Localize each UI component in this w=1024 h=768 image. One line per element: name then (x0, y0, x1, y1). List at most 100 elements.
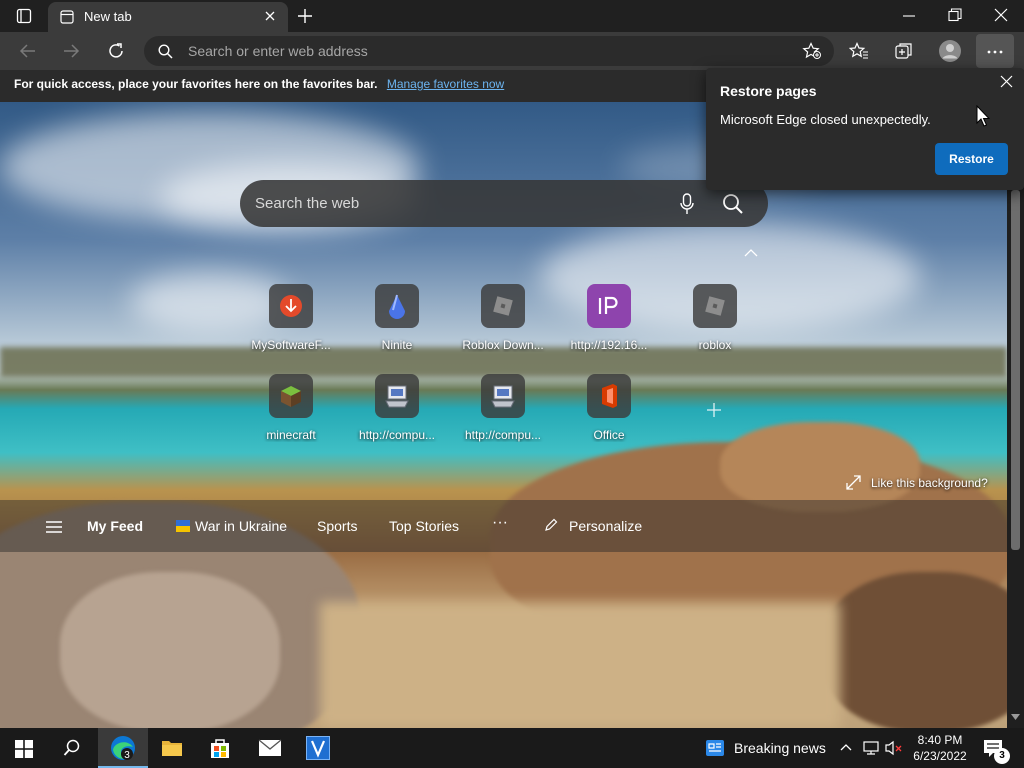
quick-link-mysoftwarefree[interactable]: MySoftwareF... (238, 284, 344, 364)
taskbar-search-button[interactable] (48, 728, 96, 768)
like-background-link[interactable]: Like this background? (871, 476, 988, 490)
favorites-message: For quick access, place your favorites h… (14, 77, 378, 91)
news-widget[interactable]: Breaking news (698, 728, 830, 768)
pencil-icon (544, 518, 558, 532)
refresh-icon[interactable] (106, 41, 126, 61)
start-button[interactable] (0, 728, 48, 768)
ukraine-flag-icon (176, 519, 190, 533)
settings-more-button[interactable] (976, 34, 1014, 68)
folder-icon (161, 738, 183, 758)
office-icon (587, 374, 631, 418)
my-feed-tab[interactable]: My Feed (87, 518, 143, 534)
restore-button[interactable]: Restore (935, 143, 1008, 175)
windows-taskbar: 3 Breaking news 8:40 PM 6/23/2022 3 (0, 728, 1024, 768)
title-bar: New tab (0, 0, 1024, 32)
quick-link-label: Ninite (381, 338, 413, 352)
v-app-icon (306, 736, 330, 760)
taskbar-edge-button[interactable]: 3 (98, 728, 148, 768)
new-tab-page-icon (60, 10, 74, 24)
computer-icon (481, 374, 525, 418)
quick-link-computer-1[interactable]: http://compu... (344, 374, 450, 454)
volume-muted-icon[interactable] (884, 740, 904, 756)
network-icon[interactable] (862, 740, 880, 756)
edge-badge-count: 3 (124, 750, 130, 761)
search-icon (158, 44, 173, 59)
quick-link-minecraft[interactable]: minecraft (238, 374, 344, 454)
news-headline: Breaking news (734, 740, 826, 756)
scroll-down-icon[interactable] (1011, 714, 1020, 720)
add-quick-link-icon[interactable] (706, 402, 722, 418)
profile-avatar-icon[interactable] (938, 39, 962, 63)
feed-tab-sports[interactable]: Sports (317, 518, 357, 534)
close-tab-icon[interactable] (264, 10, 276, 22)
search-icon (63, 739, 81, 757)
microphone-icon[interactable] (680, 193, 694, 215)
collapse-chevron-icon[interactable] (744, 248, 758, 258)
quick-link-label: MySoftwareF... (251, 338, 331, 352)
show-hidden-icons-chevron[interactable] (840, 743, 852, 751)
quick-link-ninite[interactable]: Ninite (344, 284, 450, 364)
add-favorite-icon[interactable] (802, 42, 822, 60)
quick-link-label: Office (593, 428, 625, 442)
quick-link-label: http://compu... (464, 428, 542, 442)
clock[interactable]: 8:40 PM 6/23/2022 (908, 732, 972, 764)
forward-icon[interactable] (62, 42, 80, 60)
mouse-pointer-icon (976, 105, 990, 127)
more-dots-icon (987, 50, 1003, 54)
restore-pages-dialog: Restore pages Microsoft Edge closed unex… (706, 68, 1024, 190)
back-icon[interactable] (19, 42, 37, 60)
quick-link-roblox-download[interactable]: Roblox Down... (450, 284, 556, 364)
feed-more-button[interactable]: ··· (492, 514, 508, 532)
mail-icon (258, 739, 282, 757)
taskbar-app-v-button[interactable] (294, 728, 342, 768)
ninite-icon (375, 284, 419, 328)
minimize-button[interactable] (902, 9, 916, 23)
favorites-bar-message: For quick access, place your favorites h… (14, 77, 504, 91)
favorites-icon[interactable] (849, 42, 869, 60)
windows-logo-icon (15, 740, 33, 758)
new-tab-button[interactable] (297, 8, 313, 24)
tab-actions-icon[interactable] (16, 8, 32, 24)
quick-link-roblox[interactable]: roblox (662, 284, 768, 364)
scrollbar-thumb[interactable] (1011, 190, 1020, 550)
search-placeholder: Search the web (255, 195, 360, 212)
download-icon (269, 284, 313, 328)
notification-count-badge: 3 (994, 748, 1010, 764)
quick-link-computer-2[interactable]: http://compu... (450, 374, 556, 454)
roblox-icon (693, 284, 737, 328)
news-icon (706, 740, 724, 756)
quick-link-ip-address[interactable]: http://192.16... (556, 284, 662, 364)
tab-title: New tab (84, 9, 132, 24)
action-center-button[interactable]: 3 (980, 736, 1010, 764)
tab-new-tab[interactable]: New tab (48, 2, 288, 32)
roblox-icon (481, 284, 525, 328)
expand-icon[interactable] (846, 475, 861, 490)
feed-tab-war-in-ukraine[interactable]: War in Ukraine (195, 518, 287, 534)
web-search-box[interactable]: Search the web (240, 180, 768, 227)
taskbar-store-button[interactable] (196, 728, 244, 768)
quick-link-label: http://compu... (358, 428, 436, 442)
restore-window-button[interactable] (948, 8, 962, 22)
computer-icon (375, 374, 419, 418)
search-submit-icon[interactable] (722, 193, 744, 215)
collections-icon[interactable] (894, 41, 914, 61)
page-scrollbar[interactable] (1007, 102, 1024, 728)
edge-icon: 3 (110, 735, 136, 761)
quick-link-label: minecraft (266, 428, 316, 442)
ip-icon (587, 284, 631, 328)
quick-link-label: Roblox Down... (462, 338, 544, 352)
microsoft-store-icon (210, 737, 230, 759)
manage-favorites-link[interactable]: Manage favorites now (387, 77, 504, 91)
address-placeholder: Search or enter web address (188, 43, 368, 59)
feed-navigation-bar: My Feed War in Ukraine Sports Top Storie… (0, 500, 1007, 552)
taskbar-file-explorer-button[interactable] (148, 728, 196, 768)
taskbar-mail-button[interactable] (246, 728, 294, 768)
close-dialog-icon[interactable] (1000, 75, 1013, 88)
clock-date: 6/23/2022 (913, 749, 967, 763)
quick-link-office[interactable]: Office (556, 374, 662, 454)
close-window-button[interactable] (994, 8, 1008, 22)
personalize-button[interactable]: Personalize (569, 518, 642, 534)
hamburger-menu-icon[interactable] (45, 521, 63, 533)
feed-tab-top-stories[interactable]: Top Stories (389, 518, 459, 534)
address-bar[interactable]: Search or enter web address (144, 36, 834, 66)
